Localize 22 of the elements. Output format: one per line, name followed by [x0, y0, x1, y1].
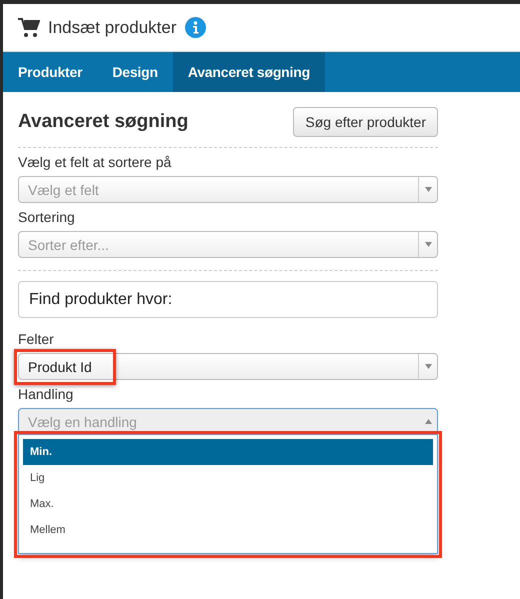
- window-title: Indsæt produkter: [48, 18, 177, 38]
- dropdown-option[interactable]: Min.: [23, 439, 433, 465]
- caret-down-icon: [424, 242, 432, 247]
- caret-down-icon: [424, 364, 432, 369]
- nav-tab[interactable]: Produkter: [3, 52, 98, 92]
- nav-tab[interactable]: Avanceret søgning: [172, 52, 325, 92]
- dropdown-option[interactable]: Mellem: [23, 517, 433, 543]
- criteria-title: Find produkter hvor:: [18, 281, 438, 318]
- section-heading: Avanceret søgning: [18, 111, 188, 133]
- cart-icon: [18, 18, 40, 38]
- field-label: Felter: [18, 331, 55, 347]
- nav-tab[interactable]: Design: [97, 52, 173, 92]
- search-button[interactable]: Søg efter produkter: [293, 107, 438, 137]
- dropdown-option[interactable]: Lig: [23, 465, 433, 491]
- field-label: Sortering: [18, 209, 76, 225]
- caret-up-icon: [424, 419, 432, 424]
- caret-down-icon: [424, 187, 432, 192]
- field-label: Vælg et felt at sortere på: [18, 154, 172, 170]
- info-icon[interactable]: [184, 17, 206, 38]
- dropdown-option[interactable]: Max.: [23, 491, 433, 517]
- field-label: Handling: [18, 386, 74, 402]
- fields-select[interactable]: Produkt Id: [18, 353, 438, 380]
